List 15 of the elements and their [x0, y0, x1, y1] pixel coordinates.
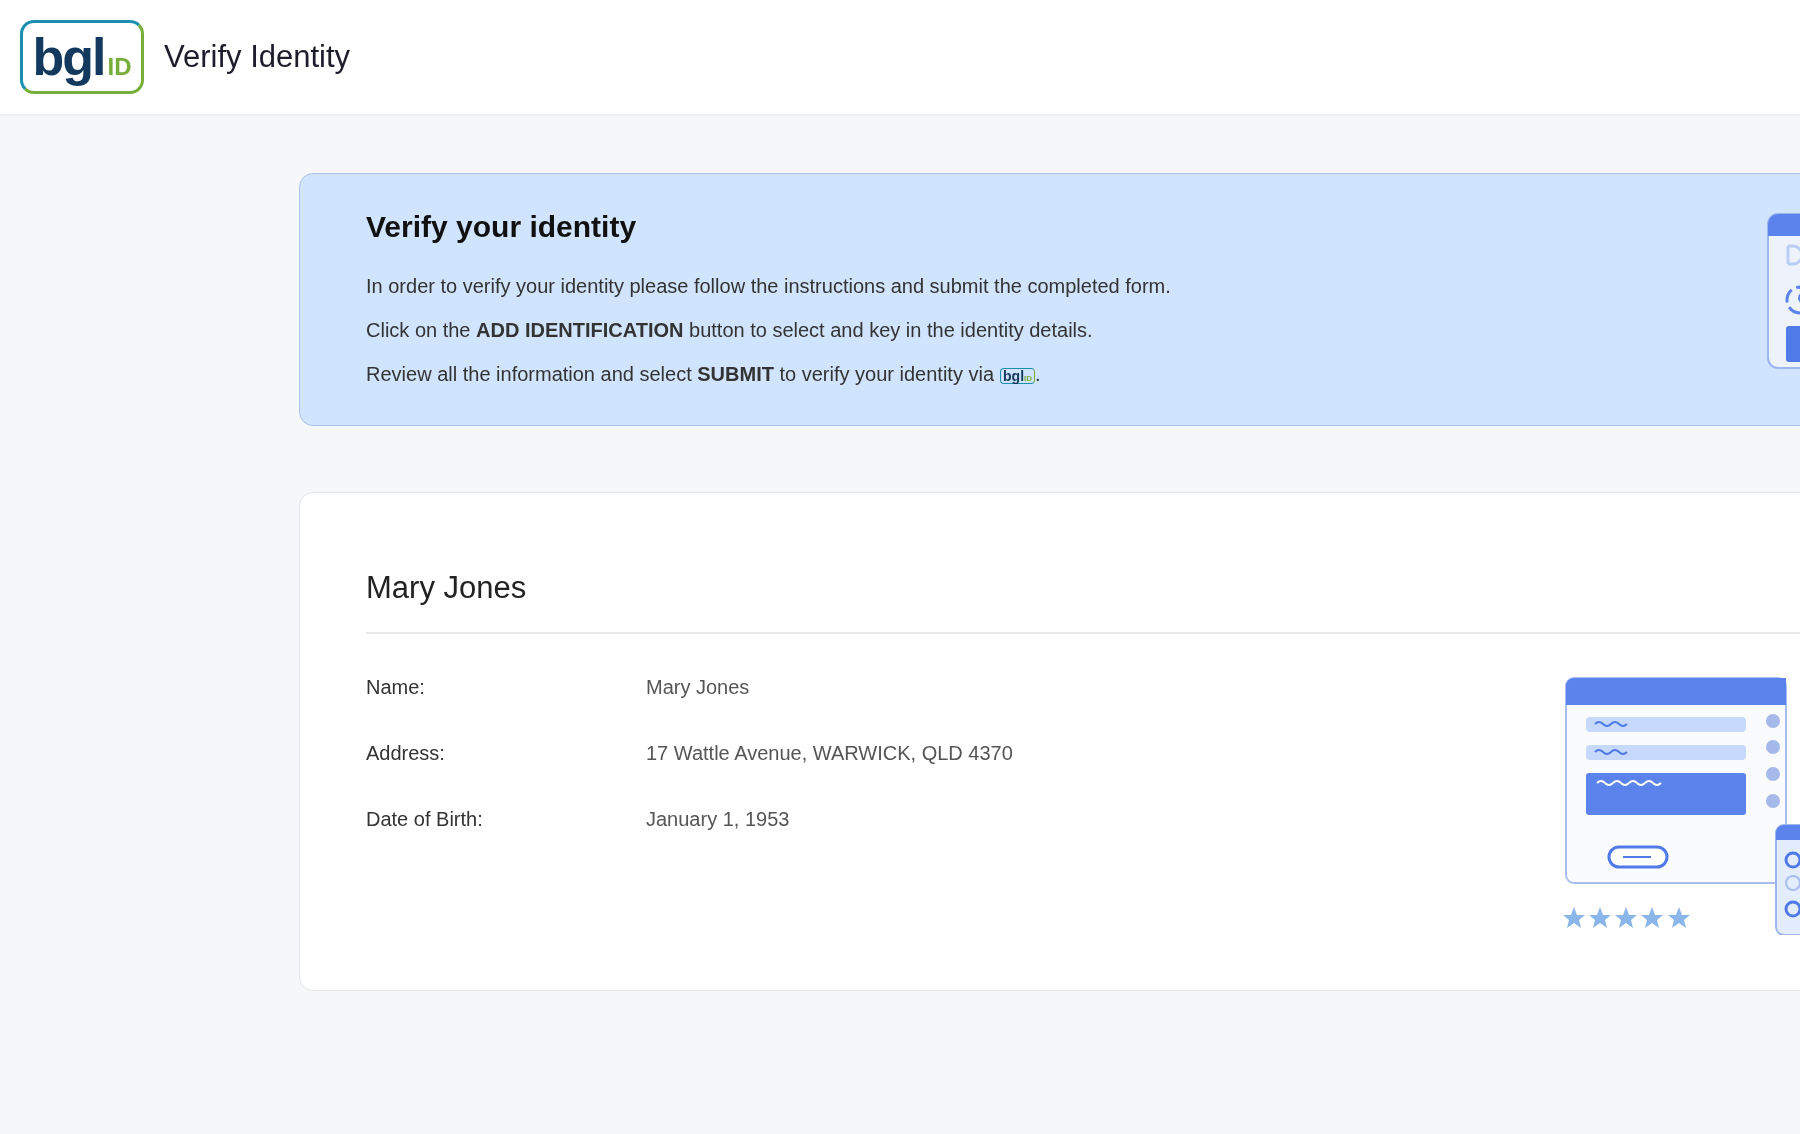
field-value: Mary Jones [646, 674, 750, 700]
field-label: Name: [366, 674, 426, 700]
field-value: January 1, 1953 [646, 806, 790, 832]
page-title: Verify Identity [164, 37, 351, 76]
brand-logo: bgl ID [20, 20, 144, 94]
profile-heading: Mary Jones [366, 565, 1800, 634]
field-value: 17 Wattle Avenue, WARWICK, QLD 4370 [646, 740, 1013, 766]
instruction-text: Review all the information and select SUBMIT to verify your identity via [366, 363, 995, 385]
field-label: Address: [366, 740, 446, 766]
field-label: Date of Birth: [366, 806, 484, 832]
banner-title: Verify your identity [366, 209, 638, 245]
sentence-period: . [1035, 363, 1041, 385]
inline-logo: bglID [1000, 367, 1036, 384]
instruction-text: In order to verify your identity please follow the instructions and submit the completed form. [366, 275, 1171, 297]
instruction-text: Click on the ADD IDENTIFICATION button to select and key in the identity details. [366, 319, 1093, 341]
